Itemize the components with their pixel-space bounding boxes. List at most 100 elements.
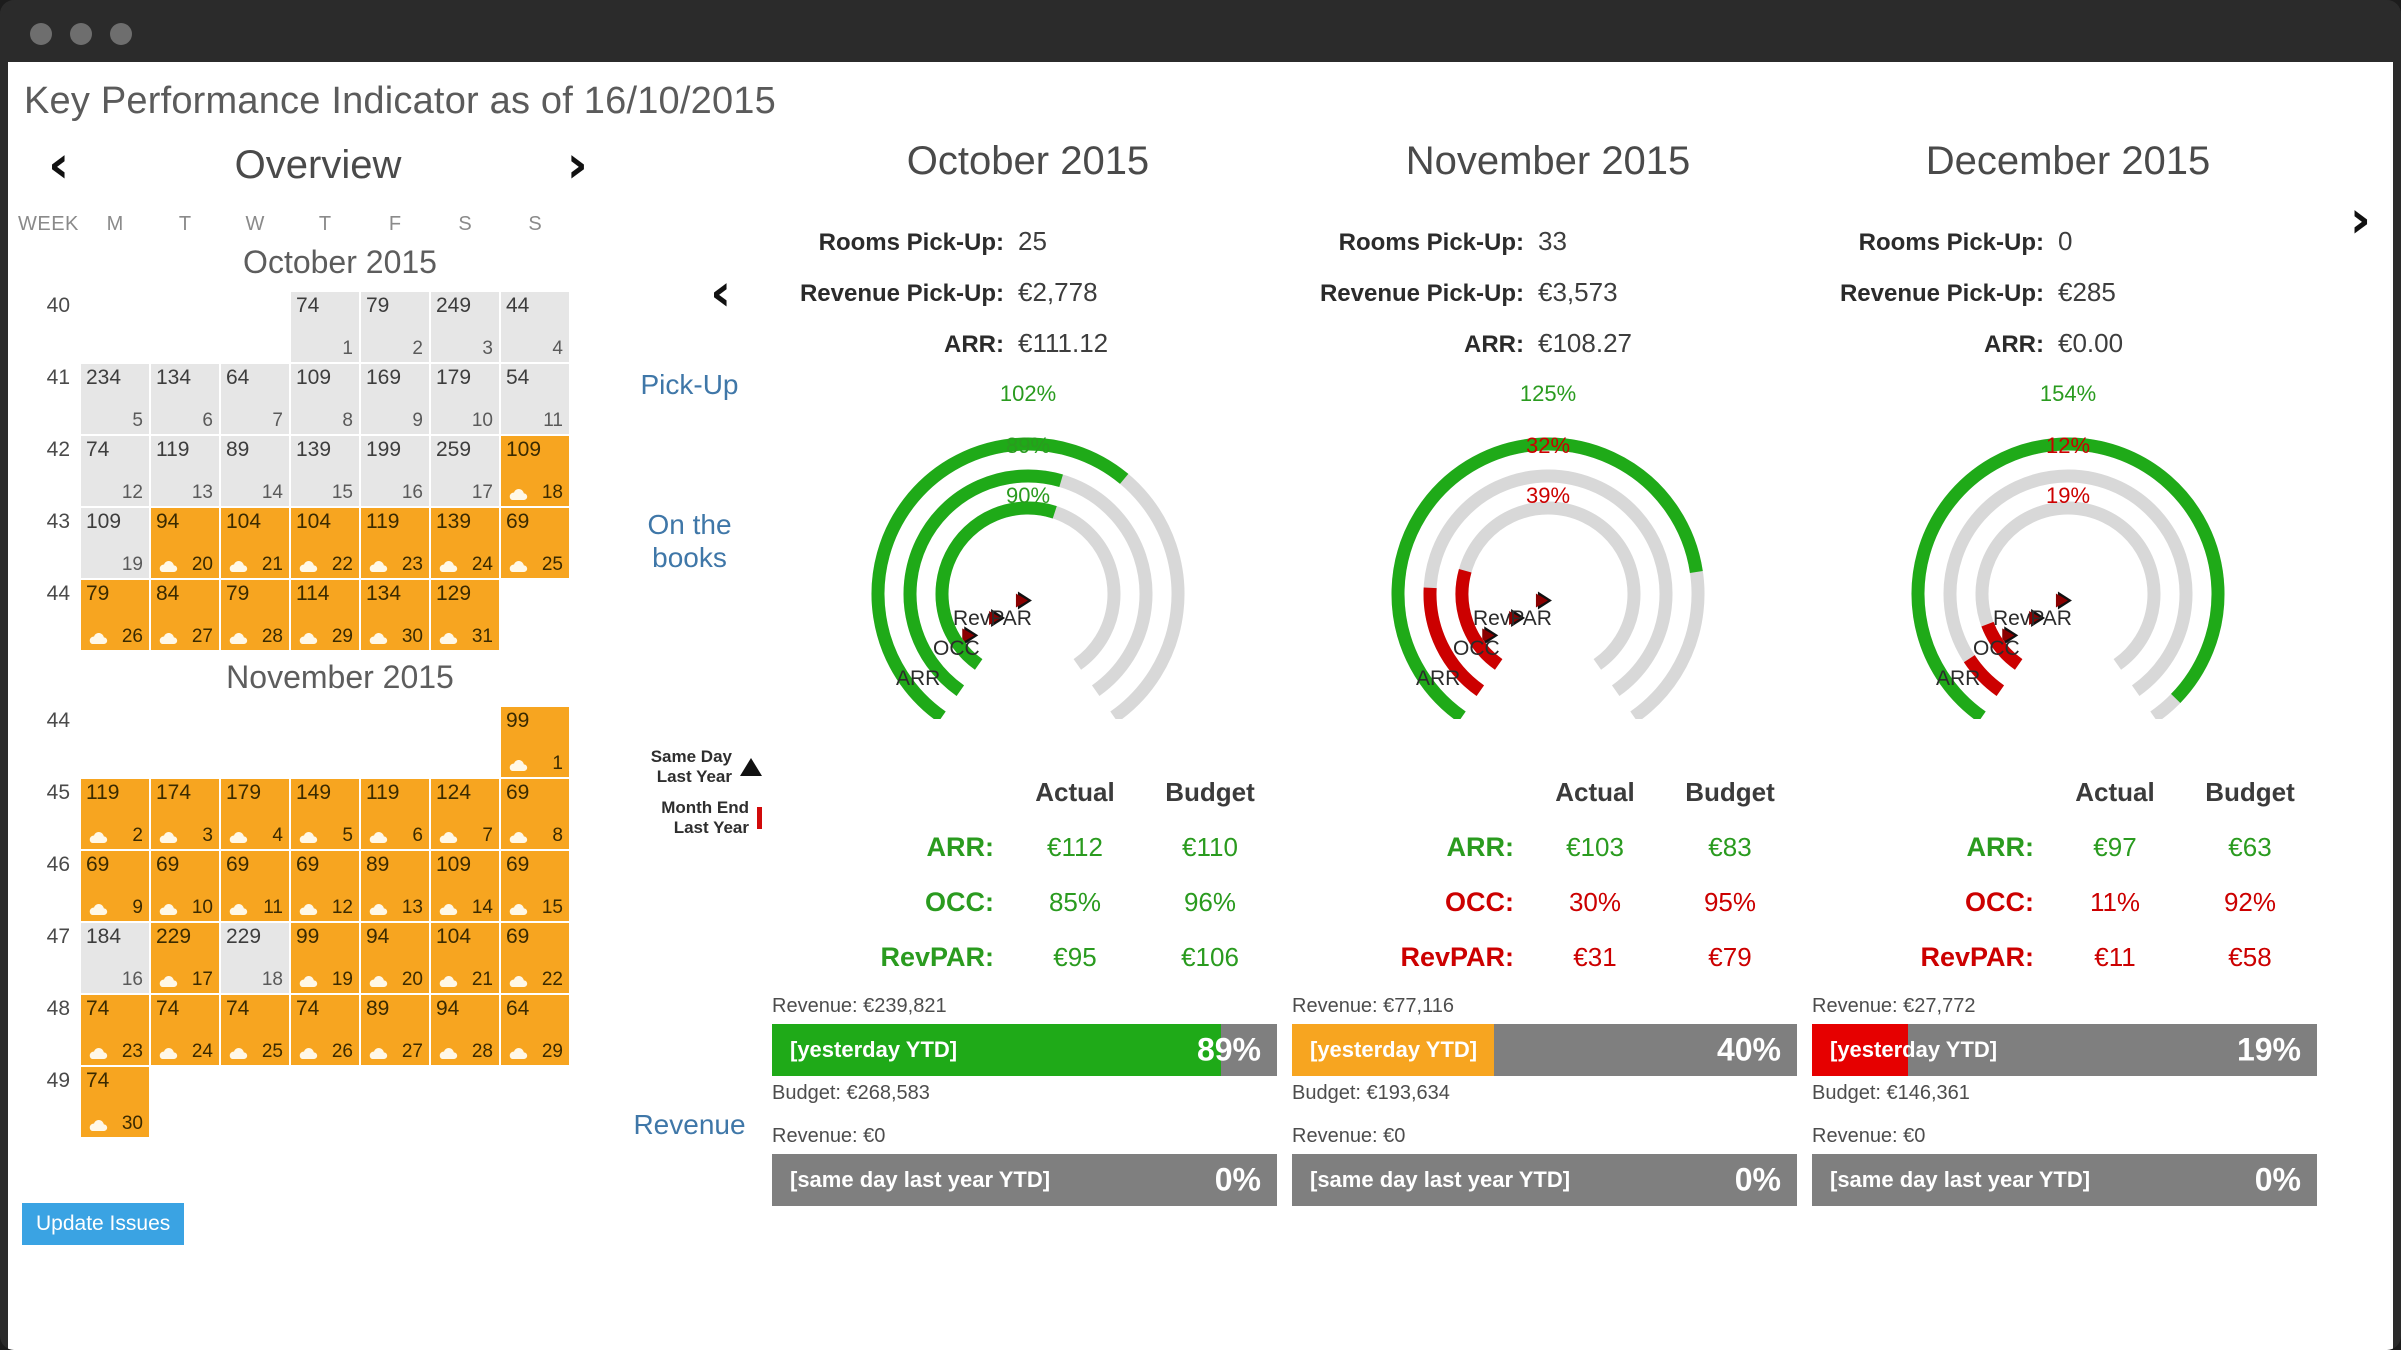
calendar-day-cell[interactable]: 22918: [220, 922, 290, 994]
cloud-icon: [297, 974, 319, 989]
calendar-day-cell[interactable]: 8913: [360, 850, 430, 922]
calendar-day-cell[interactable]: 6912: [290, 850, 360, 922]
calendar-day-cell[interactable]: 9919: [290, 922, 360, 994]
calendar-day-cell[interactable]: 1098: [290, 363, 360, 435]
row-label: OCC:: [1808, 887, 2050, 918]
calendar-day-cell[interactable]: 11913: [150, 435, 220, 507]
on-the-books-gauge: 102%89%90%RevPAROCCARR: [768, 379, 1288, 769]
calendar-day-number: 28: [472, 1041, 493, 1063]
window-close-button[interactable]: [30, 23, 52, 45]
table-row: OCC:11%92%: [1808, 887, 2328, 918]
calendar-day-cell[interactable]: 444: [500, 291, 570, 363]
calendar-day-cell[interactable]: 5411: [500, 363, 570, 435]
gauge-label-revpar: RevPAR: [1993, 607, 2072, 631]
calendar-day-cell[interactable]: 19916: [360, 435, 430, 507]
calendar-day-number: 15: [542, 897, 563, 919]
calendar-cell-value: 174: [156, 781, 191, 805]
cell-actual: 11%: [2050, 887, 2180, 918]
calendar-day-cell[interactable]: 13430: [360, 579, 430, 651]
overview-prev-icon[interactable]: ‹: [48, 139, 69, 191]
window-minimize-button[interactable]: [70, 23, 92, 45]
calendar-day-cell[interactable]: 6925: [500, 507, 570, 579]
calendar-cell-value: 74: [86, 1069, 109, 1093]
calendar-day-cell[interactable]: 10421: [430, 922, 500, 994]
update-issues-button[interactable]: Update Issues: [22, 1203, 184, 1245]
calendar-cell-value: 179: [436, 366, 471, 390]
calendar-day-cell[interactable]: 10421: [220, 507, 290, 579]
calendar-day-cell[interactable]: 18416: [80, 922, 150, 994]
revenue-pickup-value: €2,778: [1018, 277, 1098, 308]
calendar-cell-value: 259: [436, 438, 471, 462]
arr-pickup-value: €108.27: [1538, 328, 1632, 359]
calendar-day-cell[interactable]: 11429: [290, 579, 360, 651]
calendar-day-cell[interactable]: 6910: [150, 850, 220, 922]
calendar-day-cell[interactable]: 2493: [430, 291, 500, 363]
calendar-day-cell[interactable]: 7423: [80, 994, 150, 1066]
cell-budget: 95%: [1660, 887, 1800, 918]
calendar-day-cell[interactable]: 12931: [430, 579, 500, 651]
calendar-day-cell[interactable]: 1794: [220, 778, 290, 850]
calendar-day-cell[interactable]: 698: [500, 778, 570, 850]
calendar-day-cell[interactable]: 991: [500, 706, 570, 778]
calendar-day-cell[interactable]: 6911: [220, 850, 290, 922]
calendar-day-cell[interactable]: 1495: [290, 778, 360, 850]
rooms-pickup-value: 0: [2058, 226, 2072, 257]
calendar-day-cell[interactable]: 1247: [430, 778, 500, 850]
overview-next-icon[interactable]: ›: [567, 139, 588, 191]
calendar-day-cell[interactable]: 22917: [150, 922, 220, 994]
row-label: ARR:: [1808, 832, 2050, 863]
calendar-day-number: 17: [472, 482, 493, 504]
calendar-day-cell[interactable]: 741: [290, 291, 360, 363]
calendar-day-cell[interactable]: 7928: [220, 579, 290, 651]
calendar-day-cell[interactable]: 1192: [80, 778, 150, 850]
calendar-day-cell[interactable]: 699: [80, 850, 150, 922]
calendar-day-cell[interactable]: 6922: [500, 922, 570, 994]
calendar-day-cell[interactable]: 8927: [360, 994, 430, 1066]
week-number: 44: [18, 579, 80, 651]
calendar-day-cell[interactable]: 8914: [220, 435, 290, 507]
calendar-day-cell[interactable]: 10918: [500, 435, 570, 507]
calendar-day-cell[interactable]: 6915: [500, 850, 570, 922]
calendar-day-cell[interactable]: 13915: [290, 435, 360, 507]
calendar-day-cell[interactable]: 1743: [150, 778, 220, 850]
months-next-icon[interactable]: ›: [2350, 190, 2371, 250]
calendar-day-cell[interactable]: 792: [360, 291, 430, 363]
calendar-list: October 20154074179224934444123451346647…: [8, 236, 618, 1138]
calendar-day-cell[interactable]: 9428: [430, 994, 500, 1066]
progress-bar-label: [yesterday YTD]: [1310, 1037, 1477, 1063]
calendar-day-cell[interactable]: 1346: [150, 363, 220, 435]
calendar-cell-value: 94: [156, 510, 179, 534]
metric-row-revenue-pickup: Revenue Pick-Up:€2,778: [768, 277, 1288, 308]
calendar-day-cell[interactable]: 25917: [430, 435, 500, 507]
calendar-day-cell[interactable]: 11923: [360, 507, 430, 579]
calendar-day-cell[interactable]: 9420: [150, 507, 220, 579]
calendar-day-cell[interactable]: 7430: [80, 1066, 150, 1138]
cloud-icon: [227, 1046, 249, 1061]
calendar-day-cell[interactable]: 1699: [360, 363, 430, 435]
calendar-day-cell[interactable]: 13924: [430, 507, 500, 579]
calendar-day-cell[interactable]: 10914: [430, 850, 500, 922]
calendar-day-cell[interactable]: 2345: [80, 363, 150, 435]
calendar-day-cell[interactable]: 647: [220, 363, 290, 435]
calendar-day-cell[interactable]: 7425: [220, 994, 290, 1066]
calendar-week-row: 412345134664710981699179105411: [18, 363, 618, 435]
calendar-day-cell[interactable]: 1196: [360, 778, 430, 850]
calendar-day-cell[interactable]: 7426: [290, 994, 360, 1066]
calendar-day-cell[interactable]: 17910: [430, 363, 500, 435]
months-prev-icon[interactable]: ‹: [710, 263, 731, 323]
calendar-cell-value: 199: [366, 438, 401, 462]
calendar-day-cell[interactable]: 10919: [80, 507, 150, 579]
calendar-day-cell[interactable]: 8427: [150, 579, 220, 651]
window-maximize-button[interactable]: [110, 23, 132, 45]
calendar-day-cell[interactable]: 10422: [290, 507, 360, 579]
calendar-day-cell[interactable]: 9420: [360, 922, 430, 994]
calendar-week-row: 4718416229172291899199420104216922: [18, 922, 618, 994]
calendar-day-number: 1: [552, 753, 563, 775]
calendar-day-number: 9: [132, 897, 143, 919]
calendar-day-cell[interactable]: 7412: [80, 435, 150, 507]
calendar-day-cell[interactable]: 7424: [150, 994, 220, 1066]
calendar-day-number: 19: [332, 969, 353, 991]
calendar-cell-value: 179: [226, 781, 261, 805]
calendar-day-cell[interactable]: 7926: [80, 579, 150, 651]
calendar-day-cell[interactable]: 6429: [500, 994, 570, 1066]
